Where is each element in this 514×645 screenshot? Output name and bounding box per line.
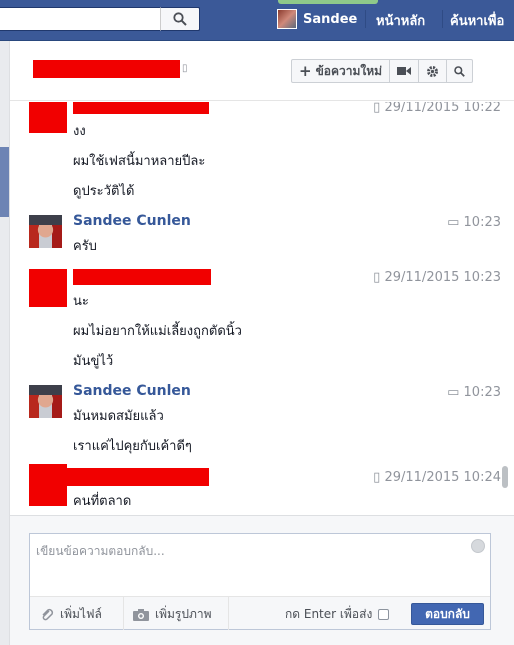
mobile-icon: ▯ [373,270,385,285]
nav-find-friends[interactable]: ค้นหาเพื่อ [450,10,504,31]
message-text: ดูประวัติได้ [73,184,135,199]
video-call-button[interactable] [390,60,420,82]
composer-toolbar: เพิ่มไฟล์ เพิ่มรูปภาพ กด Enter เพื่อส่ง … [30,596,490,630]
search-icon [173,12,187,26]
message-text: นะ [73,294,89,309]
nav-home[interactable]: หน้าหลัก [376,10,425,31]
profile-link[interactable]: Sandee [277,8,357,30]
mobile-icon: ▯ [373,102,385,115]
chat-icon: ▭ [447,215,464,230]
redacted-avatar [29,464,67,506]
left-sidebar-edge [0,41,9,645]
video-call-icon [397,67,412,75]
avatar[interactable] [29,215,62,248]
search-conversation-button[interactable] [447,60,472,82]
plus-icon: + [299,62,312,80]
chat-header: ▯ + ข้อความใหม่ [10,41,514,101]
top-navbar: Sandee หน้าหลัก ค้นหาเพื่อ [0,0,514,41]
paperclip-icon [42,608,54,620]
profile-name: Sandee [303,11,358,27]
chat-header-actions: + ข้อความใหม่ [291,59,474,83]
message-text: ผมไม่อยากให้แม่เลี้ยงถูกตัดนิ้ว [73,324,242,339]
notification-strip [278,0,378,4]
mobile-icon: ▯ [182,63,188,74]
camera-icon [133,609,149,621]
add-photo-button[interactable]: เพิ่มรูปภาพ [133,605,212,624]
message-timestamp: ▭ 10:23 [447,215,501,230]
message-text: เราแค่ไปคุยกับเค้าดีๆ [73,439,192,454]
avatar[interactable] [29,385,62,418]
message-author[interactable]: Sandee Cunlen [73,213,191,229]
enter-to-send-toggle[interactable]: กด Enter เพื่อส่ง [285,605,390,624]
add-file-button[interactable]: เพิ่มไฟล์ [40,605,102,624]
message-timestamp: ▯ 29/11/2015 10:24 [373,470,501,485]
message-list: ▯ 29/11/2015 10:22 งง ผมใช้เฟสนี้มาหลายป… [10,102,514,515]
compose-box: เพิ่มไฟล์ เพิ่มรูปภาพ กด Enter เพื่อส่ง … [29,533,491,630]
redacted-author-name [73,102,209,114]
message-timestamp: ▭ 10:23 [447,385,501,400]
redacted-avatar [29,102,67,133]
gear-icon [427,65,439,77]
message-text: มันหมดสมัยแล้ว [73,409,164,424]
redacted-author-name [73,269,211,285]
sidebar-highlight [0,147,9,217]
avatar [277,9,297,29]
chat-icon: ▭ [447,385,464,400]
reply-composer: เพิ่มไฟล์ เพิ่มรูปภาพ กด Enter เพื่อส่ง … [10,515,514,645]
new-message-button[interactable]: + ข้อความใหม่ [292,60,391,82]
chat-panel: ▯ + ข้อความใหม่ ▯ 29/11/2015 10:22 งง ผม… [9,41,514,645]
redacted-author-name [63,468,209,486]
message-timestamp: ▯ 29/11/2015 10:23 [373,270,501,285]
message-text: คนที่ตลาด [73,494,132,509]
search-button[interactable] [160,7,200,31]
message-text: ครับ [73,239,97,254]
message-text: มันขู่ไว้ [73,354,114,369]
nav-divider [442,10,443,28]
toolbar-divider [228,597,229,630]
search-icon [454,65,465,77]
message-text: งง [73,124,86,139]
redacted-avatar [29,269,67,307]
enter-to-send-checkbox[interactable] [378,609,390,620]
new-message-label: ข้อความใหม่ [315,63,383,78]
redacted-contact-name [33,60,180,78]
reply-button[interactable]: ตอบกลับ [411,603,484,625]
reply-input[interactable] [30,534,490,594]
emoji-icon[interactable] [471,539,485,553]
scrollbar[interactable] [502,466,508,488]
toolbar-divider [123,597,124,630]
message-author[interactable]: Sandee Cunlen [73,383,191,399]
mobile-icon: ▯ [373,470,385,485]
nav-divider [365,10,366,28]
settings-button[interactable] [419,60,448,82]
message-text: ผมใช้เฟสนี้มาหลายปีละ [73,154,206,169]
message-timestamp: ▯ 29/11/2015 10:22 [373,102,501,115]
